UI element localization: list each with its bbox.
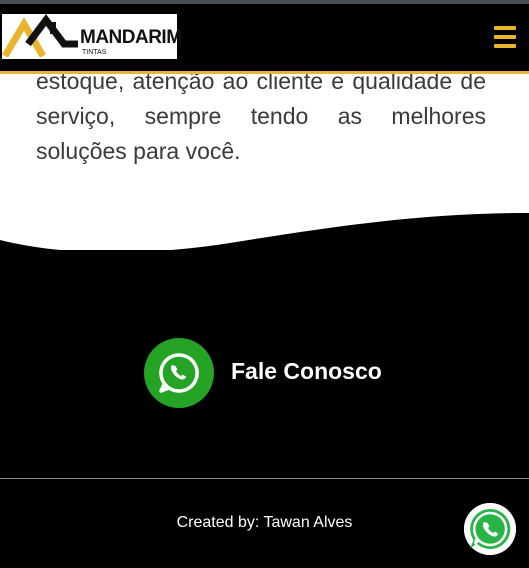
site-header: MANDARIM TINTAS <box>0 4 529 74</box>
brand-name: MANDARIM <box>80 27 182 48</box>
hamburger-menu-icon[interactable] <box>494 26 516 48</box>
footer-credit: Created by: Tawan Alves <box>176 514 353 531</box>
brand-logo[interactable]: MANDARIM TINTAS <box>1 14 182 59</box>
about-paragraph: estoque, atenção ao cliente e qualidade … <box>36 68 486 164</box>
section-wave-divider <box>0 213 529 265</box>
contact-label: Fale Conosco <box>231 358 382 384</box>
brand-subtitle: TINTAS <box>82 49 107 56</box>
footer-divider <box>0 478 529 479</box>
whatsapp-icon <box>144 338 214 408</box>
whatsapp-icon <box>464 503 516 555</box>
house-roof-logo-icon <box>1 14 80 59</box>
floating-whatsapp-button[interactable] <box>464 503 516 555</box>
